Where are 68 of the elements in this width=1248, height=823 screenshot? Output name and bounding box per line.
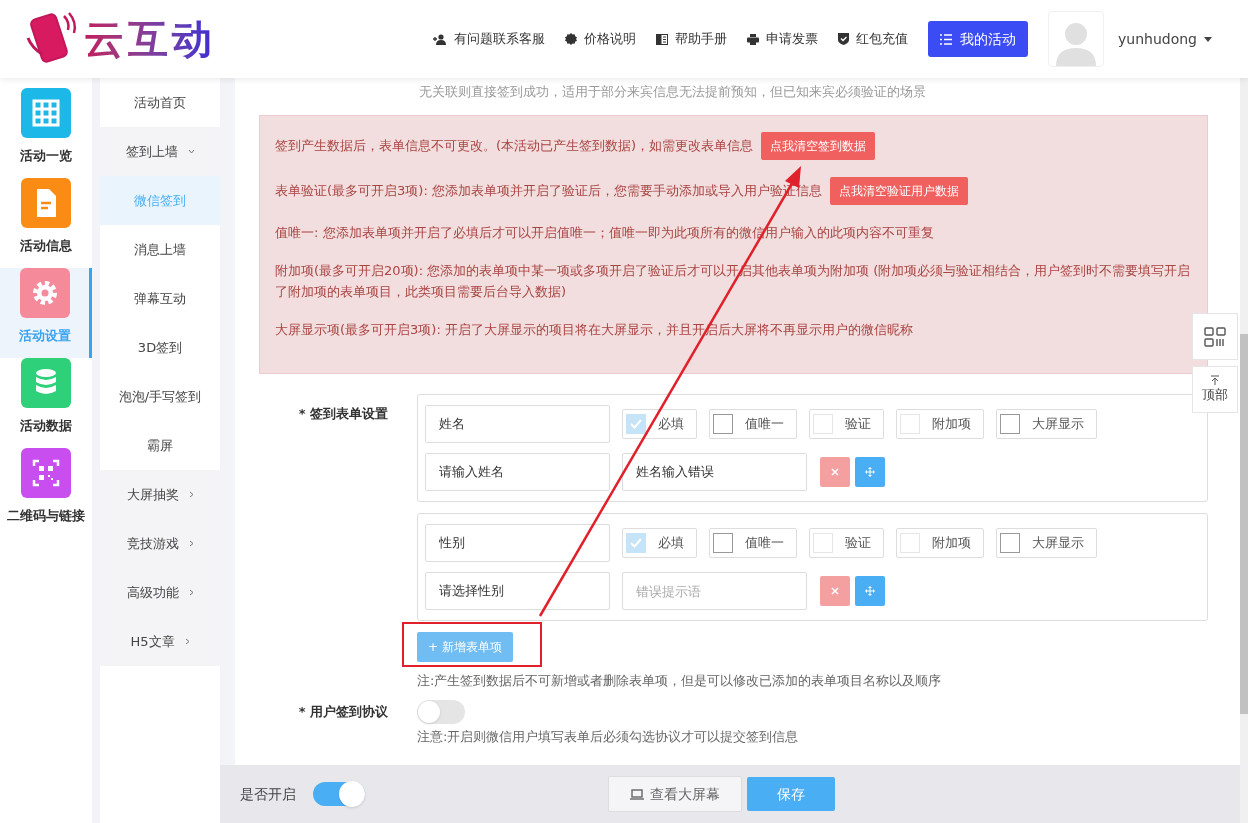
nav-link[interactable]: 红包充值 [838,29,908,49]
close-icon [831,587,839,595]
chevron-right-icon [188,491,194,498]
checkbox-option[interactable]: 大屏显示 [996,528,1097,558]
caret-icon [1204,36,1212,42]
note-text: 注:产生签到数据后不可新增或者删除表单项，但是可以修改已添加的表单项目名称以及顺序 [417,672,943,690]
sidebar-item[interactable]: 活动一览 [0,88,92,178]
delete-button[interactable] [820,576,850,606]
my-activities-button[interactable]: 我的活动 [928,21,1028,57]
view-screen-button[interactable]: 查看大屏幕 [608,776,742,812]
monitor-icon [630,788,644,800]
checkbox[interactable] [1000,533,1020,553]
move-button[interactable] [855,576,885,606]
note-text: 注意:开启则微信用户填写表单后必须勾选协议才可以提交签到信息 [417,728,800,746]
qr-code-button[interactable] [1192,313,1238,360]
submenu-item[interactable]: 竞技游戏 [100,519,220,568]
list-icon [940,33,952,45]
description-text: 无关联则直接签到成功，适用于部分来宾信息无法提前预知，但已知来宾必须验证的场景 [419,83,927,101]
nav-link[interactable]: 价格说明 [565,29,636,49]
submenu-item[interactable]: 大屏抽奖 [100,470,220,519]
prompt-input[interactable]: 请选择性别 [425,572,610,610]
arrow-up-icon [1210,374,1220,385]
field-name-input[interactable]: 性别 [425,524,610,562]
close-icon [831,468,839,476]
toggle-switch[interactable] [313,782,365,806]
chevron-right-icon [188,589,194,596]
delete-button[interactable] [820,457,850,487]
field-name-input[interactable]: 姓名 [425,405,610,443]
shield-check-icon [838,33,849,45]
chevron-right-icon [188,540,194,547]
sidebar-item[interactable]: 二维码与链接 [0,448,92,538]
nav-link[interactable]: 申请发票 [747,29,818,49]
submenu-item[interactable]: 高级功能 [100,568,220,617]
checkbox[interactable] [1000,414,1020,434]
nav-link[interactable]: 有问题联系客服 [433,29,545,49]
field-label: * 用户签到协议 [297,703,389,722]
badge-icon [565,33,577,45]
checkbox-option[interactable]: 值唯一 [709,528,797,558]
user-plus-icon [433,33,447,45]
move-arrows-icon [865,586,875,596]
toggle-switch[interactable] [417,700,465,724]
checkmark-icon [630,419,642,429]
field-label: * 签到表单设置 [297,405,389,423]
nav-link[interactable]: 帮助手册 [656,29,727,49]
prompt-input[interactable]: 请输入姓名 [425,453,610,491]
avatar-silhouette [1048,11,1104,67]
checkmark-icon [630,538,642,548]
sidebar-item[interactable]: 活动信息 [0,178,92,268]
checkbox-option[interactable]: 大屏显示 [996,409,1097,439]
checkbox[interactable] [713,414,733,434]
submenu-item[interactable]: 签到上墙 [100,127,220,176]
qr-code-icon [1204,326,1226,347]
move-arrows-icon [865,467,875,477]
printer-icon [747,33,759,45]
error-message-input[interactable]: 姓名输入错误 [622,453,807,491]
enable-label: 是否开启 [240,784,296,804]
user-menu[interactable]: yunhudong [1118,28,1212,50]
alert-text: 签到产生数据后，表单信息不可更改。(本活动已产生签到数据)，如需更改表单信息 [275,137,754,153]
sidebar-item[interactable]: 活动数据 [0,358,92,448]
chevron-down-icon [187,149,195,154]
error-message-input[interactable]: 错误提示语 [622,572,807,610]
book-icon [656,33,668,45]
checkbox[interactable] [713,533,733,553]
submenu-item[interactable]: H5文章 [100,617,220,666]
chevron-right-icon [184,638,190,645]
back-to-top-button[interactable]: 顶部 [1192,366,1238,413]
move-button[interactable] [855,457,885,487]
checkbox-option[interactable]: 值唯一 [709,409,797,439]
